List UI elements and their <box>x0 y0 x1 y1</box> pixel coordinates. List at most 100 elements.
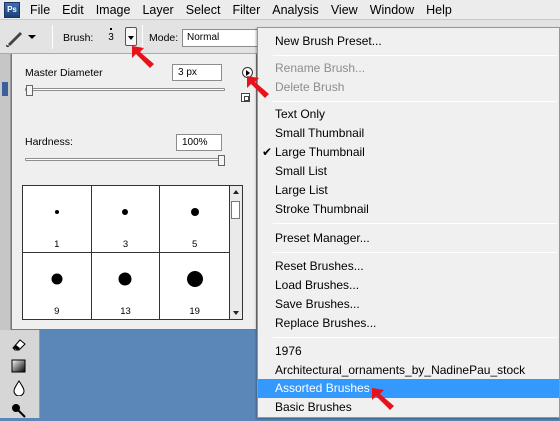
hardness-slider-thumb[interactable] <box>218 155 225 166</box>
eraser-icon[interactable] <box>10 336 28 352</box>
brush-size-label: 19 <box>189 306 200 317</box>
menu-item-rename-brush: Rename Brush... <box>258 59 559 78</box>
brush-size-label: 1 <box>54 238 60 250</box>
menu-item-label: Architectural_ornaments_by_NadinePau_sto… <box>275 363 526 377</box>
hardness-input[interactable]: 100% <box>176 134 222 151</box>
menu-item-label: Reset Brushes... <box>275 259 364 273</box>
brush-preset-picker: Master Diameter 3 px Hardness: 100% 1359… <box>11 54 257 330</box>
hardness-label: Hardness: <box>25 136 73 148</box>
menu-item-preset-manager[interactable]: Preset Manager... <box>258 229 559 248</box>
brush-size-label: 9 <box>54 306 60 317</box>
menu-item-label: 1976 <box>275 344 302 358</box>
menu-separator <box>273 55 557 56</box>
menu-item-label: Large List <box>275 183 328 197</box>
menu-item-1976[interactable]: 1976 <box>258 342 559 361</box>
menu-item-basic-brushes[interactable]: Basic Brushes <box>258 398 559 417</box>
menu-item-label: Text Only <box>275 107 326 121</box>
menu-item-delete-brush: Delete Brush <box>258 78 559 97</box>
menu-item-label: Delete Brush <box>275 80 345 94</box>
menu-window[interactable]: Window <box>364 0 420 20</box>
menu-edit[interactable]: Edit <box>56 0 90 20</box>
annotation-arrow-icon <box>247 76 269 98</box>
menu-view[interactable]: View <box>325 0 364 20</box>
master-diameter-label: Master Diameter <box>25 67 103 79</box>
menu-item-text-only[interactable]: Text Only <box>258 105 559 124</box>
menu-item-label: Replace Brushes... <box>275 316 377 330</box>
menu-help[interactable]: Help <box>420 0 458 20</box>
checkmark-icon: ✔ <box>262 145 273 159</box>
brush-preset-cell[interactable]: 13 <box>92 252 161 319</box>
brush-preset-grid: 1 3 5 9 13 19 <box>22 185 230 320</box>
mode-label: Mode: <box>149 32 179 44</box>
menu-separator <box>273 337 557 338</box>
menu-item-label: Rename Brush... <box>275 61 366 75</box>
menu-item-label: Small Thumbnail <box>275 126 365 140</box>
menu-item-label: Large Thumbnail <box>275 145 365 159</box>
annotation-arrow-icon <box>372 388 394 410</box>
menu-item-label: Preset Manager... <box>275 231 370 245</box>
blur-icon[interactable] <box>10 380 28 397</box>
menu-item-small-thumbnail[interactable]: Small Thumbnail <box>258 124 559 143</box>
menu-item-architectural-ornaments-by-nadinepau-stock[interactable]: Architectural_ornaments_by_NadinePau_sto… <box>258 361 559 380</box>
brush-tool-preset-icon[interactable] <box>4 26 38 48</box>
menu-item-label: Save Brushes... <box>275 297 360 311</box>
menu-item-label: Load Brushes... <box>275 278 360 292</box>
menu-item-reset-brushes[interactable]: Reset Brushes... <box>258 257 559 276</box>
scroll-down-arrow-icon[interactable] <box>233 311 239 315</box>
brush-size-label: 5 <box>192 238 198 250</box>
hardness-slider-track[interactable] <box>25 158 225 161</box>
photoshop-logo-icon: Ps <box>4 1 20 18</box>
brush-preset-cell[interactable]: 19 <box>160 253 229 320</box>
scrollbar-thumb[interactable] <box>231 201 240 219</box>
menu-image[interactable]: Image <box>90 0 137 20</box>
brush-preview[interactable]: 3 <box>100 25 122 51</box>
mode-select[interactable]: Normal <box>182 29 258 47</box>
brush-tip-icon <box>186 271 203 288</box>
master-diameter-slider-track[interactable] <box>25 88 225 91</box>
menu-filter[interactable]: Filter <box>226 0 266 20</box>
menu-select[interactable]: Select <box>180 0 227 20</box>
brush-grid-scrollbar[interactable] <box>230 185 243 320</box>
brush-size-label: 3 <box>122 238 129 250</box>
menu-item-replace-brushes[interactable]: Replace Brushes... <box>258 314 559 333</box>
master-diameter-input[interactable]: 3 px <box>172 64 222 81</box>
brush-preset-cell[interactable]: 1 <box>23 186 92 253</box>
brush-preset-cell[interactable]: 9 <box>23 252 92 319</box>
brush-preset-cell[interactable]: 5 <box>160 186 229 253</box>
menu-separator <box>273 101 557 102</box>
menu-separator <box>273 223 557 224</box>
gradient-icon[interactable] <box>10 358 28 374</box>
scroll-up-arrow-icon[interactable] <box>233 190 239 194</box>
brush-tip-icon <box>118 272 132 286</box>
dodge-icon[interactable] <box>10 402 28 418</box>
brush-label: Brush: <box>63 32 94 44</box>
toolbox-tool-icon[interactable] <box>2 82 8 96</box>
menu-item-large-list[interactable]: Large List <box>258 181 559 200</box>
menu-file[interactable]: File <box>24 0 56 20</box>
menu-item-label: Stroke Thumbnail <box>275 202 369 216</box>
brush-preview-dot <box>110 28 112 30</box>
menu-item-label: Assorted Brushes <box>275 381 370 395</box>
options-divider <box>52 25 53 49</box>
brush-size-label: 3 <box>108 32 114 43</box>
master-diameter-slider-thumb[interactable] <box>25 85 33 96</box>
brush-tip-icon <box>190 208 199 217</box>
menu-item-assorted-brushes[interactable]: Assorted Brushes <box>258 379 559 398</box>
menu-item-new-brush-preset[interactable]: New Brush Preset... <box>258 32 559 51</box>
brush-tip-icon <box>122 209 129 216</box>
menu-analysis[interactable]: Analysis <box>266 0 325 20</box>
menu-separator <box>273 252 557 253</box>
menu-item-small-list[interactable]: Small List <box>258 162 559 181</box>
brush-tip-icon <box>51 273 63 285</box>
menu-item-label: Basic Brushes <box>275 400 352 414</box>
menu-item-stroke-thumbnail[interactable]: Stroke Thumbnail <box>258 200 559 219</box>
brush-size-label: 13 <box>120 306 131 317</box>
brush-preset-cell[interactable]: 3 <box>91 186 161 253</box>
menu-item-label: New Brush Preset... <box>275 34 382 48</box>
menu-item-save-brushes[interactable]: Save Brushes... <box>258 295 559 314</box>
menu-item-load-brushes[interactable]: Load Brushes... <box>258 276 559 295</box>
menu-bar: Ps File Edit Image Layer Select Filter A… <box>0 0 560 20</box>
menu-layer[interactable]: Layer <box>136 0 179 20</box>
menu-item-large-thumbnail[interactable]: ✔ Large Thumbnail <box>258 143 559 162</box>
toolbox-lower <box>0 330 40 418</box>
